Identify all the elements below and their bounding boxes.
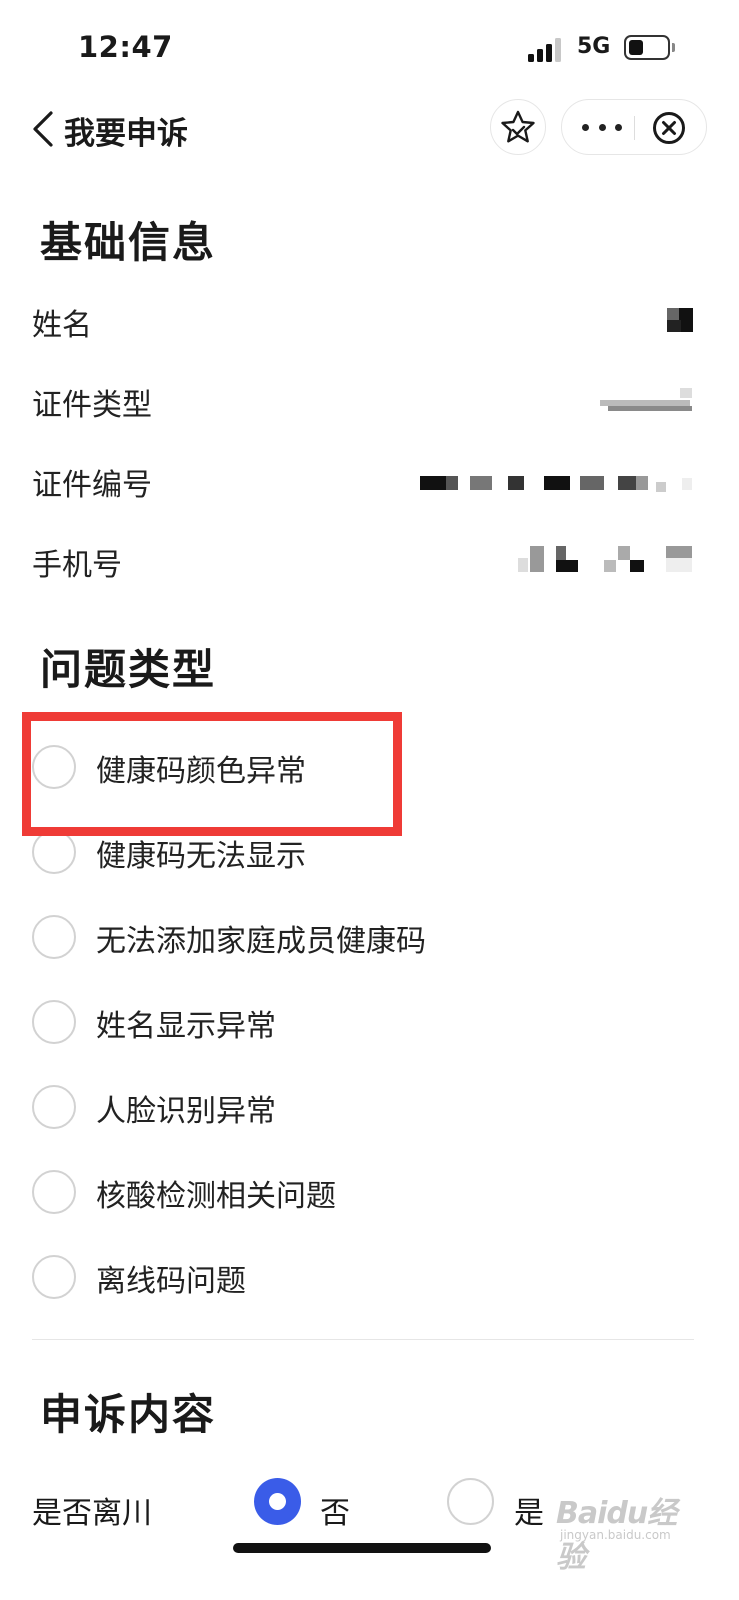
option-offline-code[interactable]: 离线码问题 <box>0 1243 739 1323</box>
masked-id-number-value <box>420 468 695 492</box>
info-row-phone: 手机号 <box>0 540 739 590</box>
home-indicator[interactable] <box>233 1543 491 1553</box>
problem-type-title: 问题类型 <box>40 645 217 694</box>
option-label: 无法添加家庭成员健康码 <box>96 924 426 959</box>
favorite-button[interactable] <box>490 99 546 155</box>
info-label-phone: 手机号 <box>32 548 122 583</box>
battery-tip <box>672 43 675 52</box>
close-icon[interactable] <box>652 111 686 145</box>
option-label: 离线码问题 <box>96 1264 246 1299</box>
masked-id-type-value <box>600 388 694 412</box>
status-time: 12:47 <box>78 30 173 64</box>
watermark-url: jingyan.baidu.com <box>560 1528 671 1542</box>
left-sichuan-label: 是否离川 <box>32 1496 152 1531</box>
radio-button[interactable] <box>32 1170 76 1214</box>
mini-program-capsule <box>561 99 707 155</box>
page-title: 我要申诉 <box>64 116 188 152</box>
status-bar: 12:47 5G <box>0 0 739 96</box>
info-label-name: 姓名 <box>32 308 92 343</box>
nav-bar: 我要申诉 <box>0 96 739 162</box>
radio-button[interactable] <box>32 1255 76 1299</box>
option-label: 健康码无法显示 <box>96 839 306 874</box>
option-nucleic-acid-test[interactable]: 核酸检测相关问题 <box>0 1158 739 1238</box>
baidu-watermark: Baidu经验 jingyan.baidu.com <box>552 1488 692 1575</box>
radio-yes[interactable] <box>447 1478 494 1525</box>
radio-button[interactable] <box>32 1085 76 1129</box>
choice-no-label[interactable]: 否 <box>320 1488 350 1532</box>
masked-name-value <box>667 308 693 332</box>
radio-button[interactable] <box>32 830 76 874</box>
star-icon <box>501 110 535 143</box>
option-name-display-abnormal[interactable]: 姓名显示异常 <box>0 988 739 1068</box>
battery-icon <box>624 35 670 60</box>
section-divider <box>32 1339 694 1340</box>
info-row-id-number: 证件编号 <box>0 460 739 510</box>
option-cannot-add-family[interactable]: 无法添加家庭成员健康码 <box>0 903 739 983</box>
info-label-id-number: 证件编号 <box>32 468 152 503</box>
network-type: 5G <box>577 34 611 59</box>
option-label: 核酸检测相关问题 <box>96 1179 336 1214</box>
radio-no-selected[interactable] <box>254 1478 301 1525</box>
info-row-name: 姓名 <box>0 300 739 350</box>
appeal-content-title: 申诉内容 <box>40 1390 217 1439</box>
choice-yes-label[interactable]: 是 <box>514 1488 544 1532</box>
more-icon[interactable] <box>582 116 622 138</box>
back-arrow-icon[interactable] <box>30 110 56 148</box>
radio-button[interactable] <box>32 1000 76 1044</box>
info-label-id-type: 证件类型 <box>32 388 152 423</box>
masked-phone-value <box>518 544 694 574</box>
basic-info-title: 基础信息 <box>40 218 217 267</box>
option-label: 姓名显示异常 <box>96 1009 276 1044</box>
radio-button[interactable] <box>32 915 76 959</box>
capsule-divider <box>634 116 635 140</box>
option-face-recognition-abnormal[interactable]: 人脸识别异常 <box>0 1073 739 1153</box>
info-row-id-type: 证件类型 <box>0 380 739 430</box>
signal-icon <box>528 38 568 62</box>
annotation-highlight-box <box>22 712 402 836</box>
option-label: 人脸识别异常 <box>96 1094 276 1129</box>
